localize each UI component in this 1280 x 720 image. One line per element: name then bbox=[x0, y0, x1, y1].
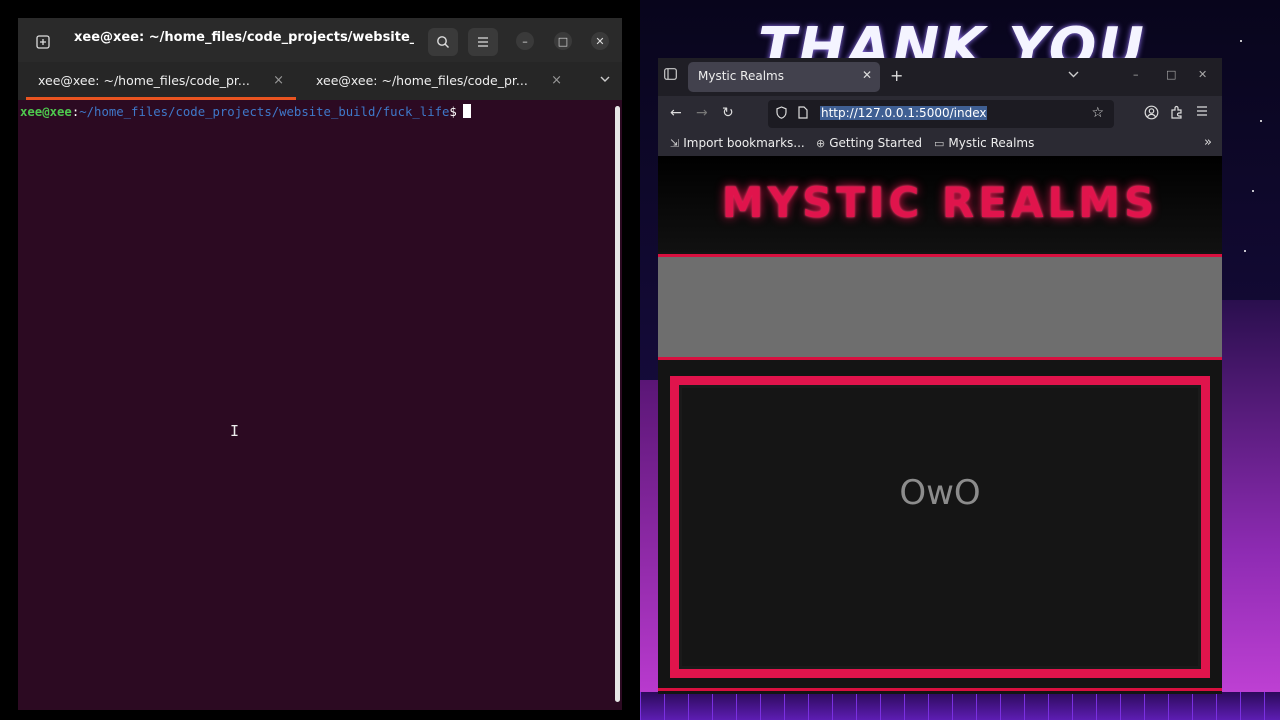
page-icon: ▭ bbox=[934, 137, 945, 150]
sidebar-toggle-icon[interactable] bbox=[664, 68, 677, 84]
more-bookmarks-icon[interactable]: » bbox=[1204, 135, 1212, 150]
nav-band bbox=[658, 254, 1222, 360]
account-icon[interactable] bbox=[1144, 105, 1159, 124]
new-tab-icon[interactable] bbox=[28, 28, 58, 56]
reload-icon[interactable]: ↻ bbox=[722, 105, 734, 121]
terminal-tab-1[interactable]: xee@xee: ~/home_files/code_pr... × bbox=[18, 62, 296, 100]
bookmark-import[interactable]: ⇲ Import bookmarks... bbox=[670, 136, 805, 150]
bookmark-mystic-realms[interactable]: ▭ Mystic Realms bbox=[934, 136, 1034, 150]
search-icon[interactable] bbox=[428, 28, 458, 56]
hamburger-menu-icon[interactable] bbox=[468, 28, 498, 56]
wallpaper-grid bbox=[640, 692, 1280, 720]
terminal-tab-bar: xee@xee: ~/home_files/code_pr... × xee@x… bbox=[18, 62, 622, 100]
tab-label: xee@xee: ~/home_files/code_pr... bbox=[316, 73, 528, 88]
browser-tab-bar: Mystic Realms ✕ + – □ ✕ bbox=[658, 58, 1222, 96]
browser-tab[interactable]: Mystic Realms ✕ bbox=[688, 62, 880, 92]
list-all-tabs-icon[interactable] bbox=[1068, 68, 1079, 81]
globe-icon: ⊕ bbox=[816, 137, 826, 150]
page-divider bbox=[658, 688, 1222, 691]
tabs-dropdown-icon[interactable] bbox=[600, 72, 610, 86]
terminal-tab-2[interactable]: xee@xee: ~/home_files/code_pr... × bbox=[296, 62, 574, 100]
terminal-window[interactable]: xee@xee: ~/home_files/code_projects/webs… bbox=[18, 18, 622, 710]
tab-close-icon[interactable]: × bbox=[551, 62, 562, 100]
bookmark-star-icon[interactable]: ☆ bbox=[1091, 105, 1104, 121]
tab-close-icon[interactable]: × bbox=[273, 62, 284, 100]
browser-window[interactable]: Mystic Realms ✕ + – □ ✕ ← → ↻ http://127… bbox=[658, 58, 1222, 694]
text-cursor bbox=[462, 104, 471, 118]
forward-arrow-icon[interactable]: → bbox=[696, 105, 708, 121]
panel-text: OwO bbox=[899, 473, 981, 513]
terminal-scrollbar[interactable] bbox=[615, 106, 620, 702]
terminal-headerbar[interactable]: xee@xee: ~/home_files/code_projects/webs… bbox=[18, 18, 622, 62]
extensions-icon[interactable] bbox=[1170, 105, 1184, 123]
close-tab-icon[interactable]: ✕ bbox=[862, 68, 872, 82]
shell-prompt: xee@xee:~/home_files/code_projects/websi… bbox=[20, 104, 471, 119]
site-header: MYSTIC REALMS bbox=[658, 156, 1222, 252]
web-page: MYSTIC REALMS OwO bbox=[658, 156, 1222, 694]
maximize-icon[interactable]: □ bbox=[554, 32, 572, 50]
back-arrow-icon[interactable]: ← bbox=[670, 105, 682, 121]
close-icon[interactable]: ✕ bbox=[1198, 68, 1207, 81]
mouse-ibeam-cursor: I bbox=[230, 422, 240, 440]
terminal-title: xee@xee: ~/home_files/code_projects/webs… bbox=[74, 30, 414, 45]
prompt-path: ~/home_files/code_projects/website_build… bbox=[79, 105, 450, 119]
minimize-icon[interactable]: – bbox=[1133, 68, 1139, 81]
maximize-icon[interactable]: □ bbox=[1166, 68, 1176, 81]
bookmarks-toolbar: ⇲ Import bookmarks... ⊕ Getting Started ▭ M… bbox=[658, 132, 1222, 156]
site-title: MYSTIC REALMS bbox=[721, 178, 1159, 227]
content-panel: OwO bbox=[670, 376, 1210, 678]
shield-icon[interactable] bbox=[776, 106, 787, 122]
close-icon[interactable]: ✕ bbox=[591, 32, 609, 50]
new-tab-plus-icon[interactable]: + bbox=[890, 66, 903, 85]
terminal-output[interactable]: xee@xee:~/home_files/code_projects/websi… bbox=[18, 100, 622, 710]
app-menu-icon[interactable] bbox=[1196, 105, 1208, 121]
prompt-user: xee@xee bbox=[20, 105, 72, 119]
url-text[interactable]: http://127.0.0.1:5000/index bbox=[820, 106, 988, 120]
tab-label: xee@xee: ~/home_files/code_pr... bbox=[38, 73, 250, 88]
minimize-icon[interactable]: – bbox=[516, 32, 534, 50]
bookmark-getting-started[interactable]: ⊕ Getting Started bbox=[816, 136, 922, 150]
address-bar[interactable]: http://127.0.0.1:5000/index ☆ bbox=[768, 100, 1114, 128]
import-icon: ⇲ bbox=[670, 137, 680, 150]
page-info-icon[interactable] bbox=[798, 106, 808, 122]
browser-tab-title: Mystic Realms bbox=[698, 69, 784, 83]
browser-navigation-bar: ← → ↻ http://127.0.0.1:5000/index ☆ bbox=[658, 96, 1222, 132]
